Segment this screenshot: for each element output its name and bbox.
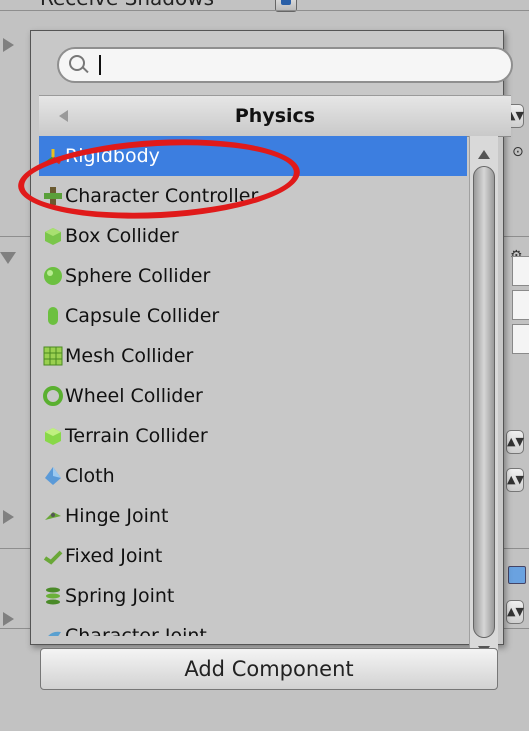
capsule-collider-icon	[48, 307, 58, 325]
list-item-mesh-collider[interactable]: Mesh Collider	[39, 336, 467, 376]
list-item-spring-joint[interactable]: Spring Joint	[39, 576, 467, 616]
list-item-sphere-collider[interactable]: Sphere Collider	[39, 256, 467, 296]
mesh-collider-icon	[43, 346, 63, 366]
list-item-label: Fixed Joint	[65, 545, 163, 567]
list-item-character-joint[interactable]: Character Joint	[39, 616, 467, 636]
inspector-field[interactable]	[512, 290, 529, 320]
scroll-up-arrow-icon[interactable]	[478, 150, 490, 159]
list-item-label: Box Collider	[65, 225, 179, 247]
box-collider-icon	[45, 228, 61, 245]
wheel-collider-icon	[43, 386, 63, 406]
character-joint-icon	[48, 631, 61, 636]
dropdown-spinner[interactable]: ▲▼	[506, 600, 524, 624]
text-caret	[99, 55, 101, 75]
hinge-joint-icon	[45, 512, 61, 520]
search-input[interactable]	[97, 52, 501, 80]
dropdown-spinner[interactable]: ▲▼	[506, 430, 524, 454]
cloth-icon	[45, 467, 61, 485]
list-item-wheel-collider[interactable]: Wheel Collider	[39, 376, 467, 416]
inspector-divider	[0, 10, 529, 11]
receive-shadows-label: Receive Shadows	[40, 0, 214, 10]
list-item-label: Spring Joint	[65, 585, 175, 607]
foldout-arrow-icon[interactable]	[3, 38, 14, 52]
target-icon[interactable]: ⊙	[512, 144, 524, 160]
inspector-field[interactable]	[512, 256, 529, 286]
sphere-collider-icon	[44, 267, 62, 285]
list-item-capsule-collider[interactable]: Capsule Collider	[39, 296, 467, 336]
foldout-arrow-icon[interactable]	[3, 612, 14, 626]
search-box[interactable]	[57, 47, 513, 83]
list-item-hinge-joint[interactable]: Hinge Joint	[39, 496, 467, 536]
list-item-box-collider[interactable]: Box Collider	[39, 216, 467, 256]
list-item-label: Terrain Collider	[65, 425, 208, 447]
foldout-arrow-down-icon[interactable]	[0, 252, 16, 264]
fixed-joint-icon	[43, 550, 63, 565]
scrollbar-thumb[interactable]	[473, 166, 495, 638]
category-title: Physics	[234, 105, 316, 127]
list-item-label: Capsule Collider	[65, 305, 220, 327]
list-item-label: Character Joint	[65, 625, 207, 636]
list-item-cloth[interactable]: Cloth	[39, 456, 467, 496]
spring-joint-icon	[46, 587, 60, 605]
category-header: Physics	[39, 95, 511, 137]
list-item-label: Sphere Collider	[65, 265, 211, 287]
help-icon[interactable]	[508, 566, 526, 584]
dropdown-spinner[interactable]: ▲▼	[506, 468, 524, 492]
add-component-button[interactable]: Add Component	[40, 648, 498, 690]
list-item-label: Mesh Collider	[65, 345, 194, 367]
search-icon	[69, 55, 85, 71]
add-component-popup: Physics Rigidbody Character Controller B…	[30, 30, 513, 666]
list-item-label: Wheel Collider	[65, 385, 203, 407]
foldout-arrow-icon[interactable]	[3, 510, 14, 524]
inspector-field[interactable]	[512, 324, 529, 354]
list-scrollbar[interactable]	[469, 136, 498, 666]
list-item-terrain-collider[interactable]: Terrain Collider	[39, 416, 467, 456]
list-item-label: Hinge Joint	[65, 505, 169, 527]
list-item-fixed-joint[interactable]: Fixed Joint	[39, 536, 467, 576]
list-item-label: Cloth	[65, 465, 115, 487]
terrain-collider-icon	[45, 428, 61, 445]
